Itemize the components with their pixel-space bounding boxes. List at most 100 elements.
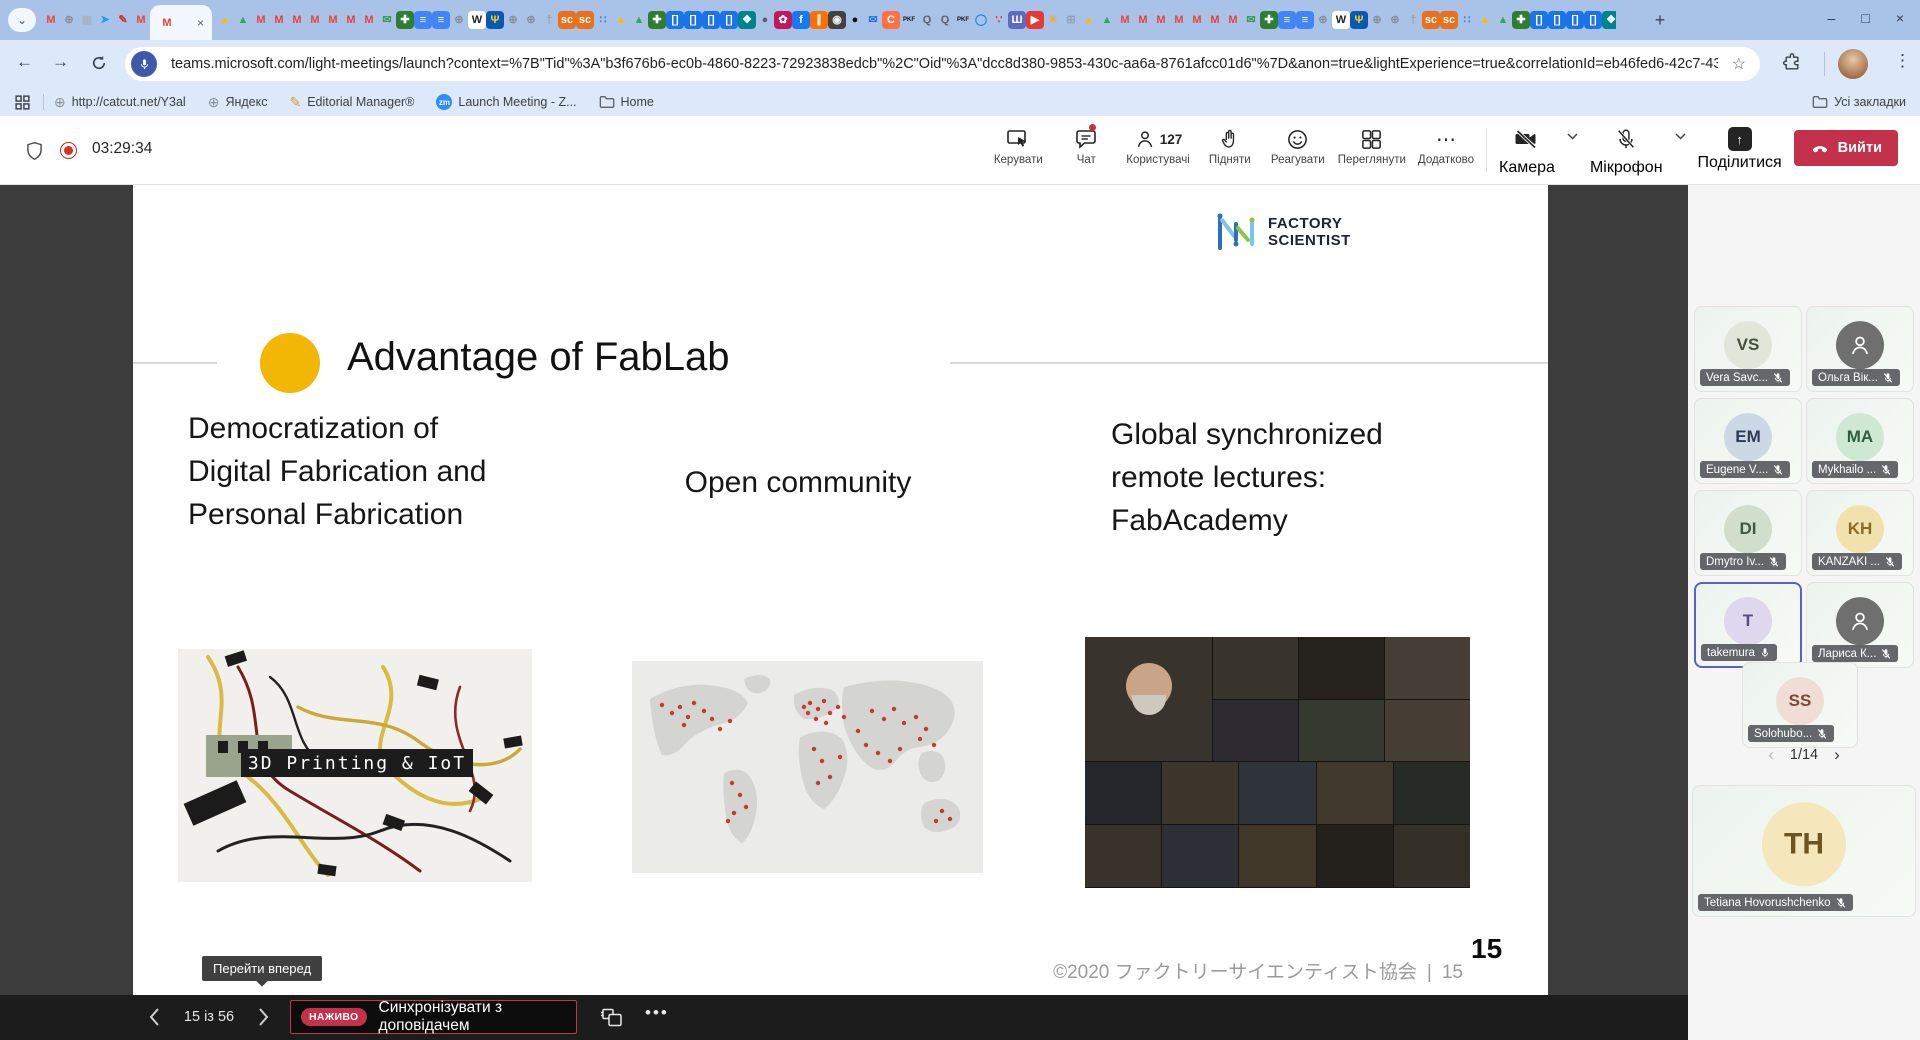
- apps-grid-icon[interactable]: [14, 94, 31, 111]
- tab-favicon[interactable]: ➤: [96, 11, 114, 29]
- tab-favicon[interactable]: Ш: [1008, 11, 1026, 29]
- tab-favicon[interactable]: []: [684, 11, 702, 29]
- tab-favicon[interactable]: ∷: [594, 11, 612, 29]
- tab-favicon[interactable]: ❖: [1602, 11, 1616, 29]
- tab-favicon[interactable]: M: [342, 11, 360, 29]
- tab-favicon[interactable]: M: [252, 11, 270, 29]
- camera-chevron-icon[interactable]: [1567, 133, 1578, 140]
- bookmark-item[interactable]: zmLaunch Meeting - Z...: [436, 94, 576, 110]
- tab-favicon[interactable]: ▲: [234, 11, 252, 29]
- close-tab-icon[interactable]: ×: [197, 16, 204, 30]
- tab-favicon[interactable]: ▦: [78, 11, 96, 29]
- tab-favicon[interactable]: sc: [1422, 11, 1440, 29]
- participant-tile[interactable]: KHKANZAKI ...: [1806, 490, 1914, 576]
- view-button[interactable]: Переглянути: [1338, 124, 1406, 166]
- profile-avatar[interactable]: [1838, 49, 1868, 79]
- tab-favicon[interactable]: ▲: [612, 11, 630, 29]
- tab-favicon[interactable]: W: [1332, 11, 1350, 29]
- tab-favicon[interactable]: []: [666, 11, 684, 29]
- bookmark-item[interactable]: ✎Editorial Manager®: [289, 94, 414, 111]
- more-button[interactable]: ⋯ Додатково: [1418, 124, 1474, 166]
- tab-favicon[interactable]: ⊕: [450, 11, 468, 29]
- share-button[interactable]: ↑ Поділитися: [1698, 124, 1782, 172]
- tab-favicon[interactable]: []: [1566, 11, 1584, 29]
- tab-favicon[interactable]: ⊕: [1368, 11, 1386, 29]
- tab-favicon[interactable]: ▲: [1494, 11, 1512, 29]
- tab-favicon[interactable]: ▲: [1080, 11, 1098, 29]
- active-tab[interactable]: M ×: [150, 5, 212, 40]
- sync-to-presenter-button[interactable]: НАЖИВО Синхронізувати з доповідачем: [290, 1000, 577, 1034]
- bookmark-item[interactable]: Home: [599, 95, 654, 109]
- bookmark-item[interactable]: ⊕Яндекс: [208, 94, 268, 111]
- tab-favicon[interactable]: []: [702, 11, 720, 29]
- tab-favicon[interactable]: M: [1116, 11, 1134, 29]
- tab-favicon[interactable]: ☀: [1044, 11, 1062, 29]
- tab-favicon[interactable]: ✎: [114, 11, 132, 29]
- tab-favicon[interactable]: M: [1170, 11, 1188, 29]
- camera-button[interactable]: Камера: [1499, 124, 1555, 177]
- participant-tile[interactable]: MAMykhailo ...: [1806, 398, 1914, 484]
- tab-favicon[interactable]: Ψ: [1350, 11, 1368, 29]
- tab-favicon[interactable]: M: [288, 11, 306, 29]
- tab-favicon[interactable]: ⊕: [522, 11, 540, 29]
- chat-button[interactable]: Чат: [1058, 124, 1114, 166]
- tab-favicon[interactable]: ✉: [1242, 11, 1260, 29]
- tab-favicon[interactable]: †: [1404, 11, 1422, 29]
- tab-favicon[interactable]: ✚: [396, 11, 414, 29]
- tab-favicon[interactable]: []: [720, 11, 738, 29]
- private-view-icon[interactable]: [600, 1005, 624, 1029]
- tab-favicon[interactable]: ✉: [864, 11, 882, 29]
- tab-favicon[interactable]: sc: [558, 11, 576, 29]
- tab-favicon[interactable]: ⊕: [60, 11, 78, 29]
- tab-favicon[interactable]: ⊞: [1062, 11, 1080, 29]
- pagination-next-icon[interactable]: ›: [1834, 745, 1840, 765]
- tab-favicon[interactable]: C: [882, 11, 900, 29]
- tab-favicon[interactable]: ⊕: [1314, 11, 1332, 29]
- new-tab-button[interactable]: +: [1648, 8, 1672, 32]
- shield-icon[interactable]: [24, 140, 45, 162]
- tab-favicon[interactable]: ✚: [1260, 11, 1278, 29]
- participant-tile[interactable]: Ольга Вік...: [1806, 306, 1914, 392]
- tab-favicon[interactable]: PKF: [954, 11, 972, 29]
- tab-favicon[interactable]: M: [132, 11, 150, 29]
- tab-favicon[interactable]: ◉: [828, 11, 846, 29]
- tab-favicon[interactable]: M: [1206, 11, 1224, 29]
- tab-favicon[interactable]: ⊕: [504, 11, 522, 29]
- tab-favicon[interactable]: †: [540, 11, 558, 29]
- pagination-prev-icon[interactable]: ‹: [1768, 745, 1774, 765]
- tab-favicon[interactable]: Q: [918, 11, 936, 29]
- tab-favicon[interactable]: M: [324, 11, 342, 29]
- participant-tile[interactable]: DIDmytro Iv...: [1694, 490, 1802, 576]
- minimize-icon[interactable]: –: [1828, 10, 1836, 26]
- tab-favicon[interactable]: ●: [756, 11, 774, 29]
- tab-favicon[interactable]: Q: [936, 11, 954, 29]
- tab-favicon[interactable]: []: [1530, 11, 1548, 29]
- participant-tile[interactable]: VSVera Savc...: [1694, 306, 1802, 392]
- url-text[interactable]: teams.microsoft.com/light-meetings/launc…: [171, 56, 1718, 72]
- tab-favicon[interactable]: PKF: [900, 11, 918, 29]
- tab-favicon[interactable]: M: [1134, 11, 1152, 29]
- tab-favicon[interactable]: M: [1152, 11, 1170, 29]
- tab-favicon[interactable]: Ψ: [486, 11, 504, 29]
- tab-favicon[interactable]: []: [1548, 11, 1566, 29]
- tab-favicon[interactable]: ●: [846, 11, 864, 29]
- tab-favicon[interactable]: ✿: [774, 11, 792, 29]
- tab-favicon[interactable]: M: [1224, 11, 1242, 29]
- browser-menu-icon[interactable]: ⋮: [1894, 51, 1911, 71]
- forward-icon[interactable]: →: [52, 52, 69, 72]
- tab-favicon[interactable]: ≡: [414, 11, 432, 29]
- tab-favicon[interactable]: W: [468, 11, 486, 29]
- tab-favicon[interactable]: ≡: [432, 11, 450, 29]
- extensions-icon[interactable]: [1782, 53, 1802, 73]
- maximize-icon[interactable]: □: [1861, 10, 1869, 26]
- participants-button[interactable]: 127 Користувачі: [1126, 124, 1189, 166]
- nav-more-icon[interactable]: •••: [645, 1003, 669, 1023]
- prev-slide-icon[interactable]: [148, 1007, 160, 1027]
- tab-favicon[interactable]: ▲: [1476, 11, 1494, 29]
- tab-favicon[interactable]: sc: [576, 11, 594, 29]
- tab-favicon[interactable]: f: [792, 11, 810, 29]
- address-bar[interactable]: teams.microsoft.com/light-meetings/launc…: [125, 47, 1760, 81]
- participant-tile[interactable]: Лариса К...: [1806, 582, 1914, 668]
- tab-favicon[interactable]: ◯: [972, 11, 990, 29]
- all-bookmarks-button[interactable]: Усі закладки: [1812, 95, 1906, 109]
